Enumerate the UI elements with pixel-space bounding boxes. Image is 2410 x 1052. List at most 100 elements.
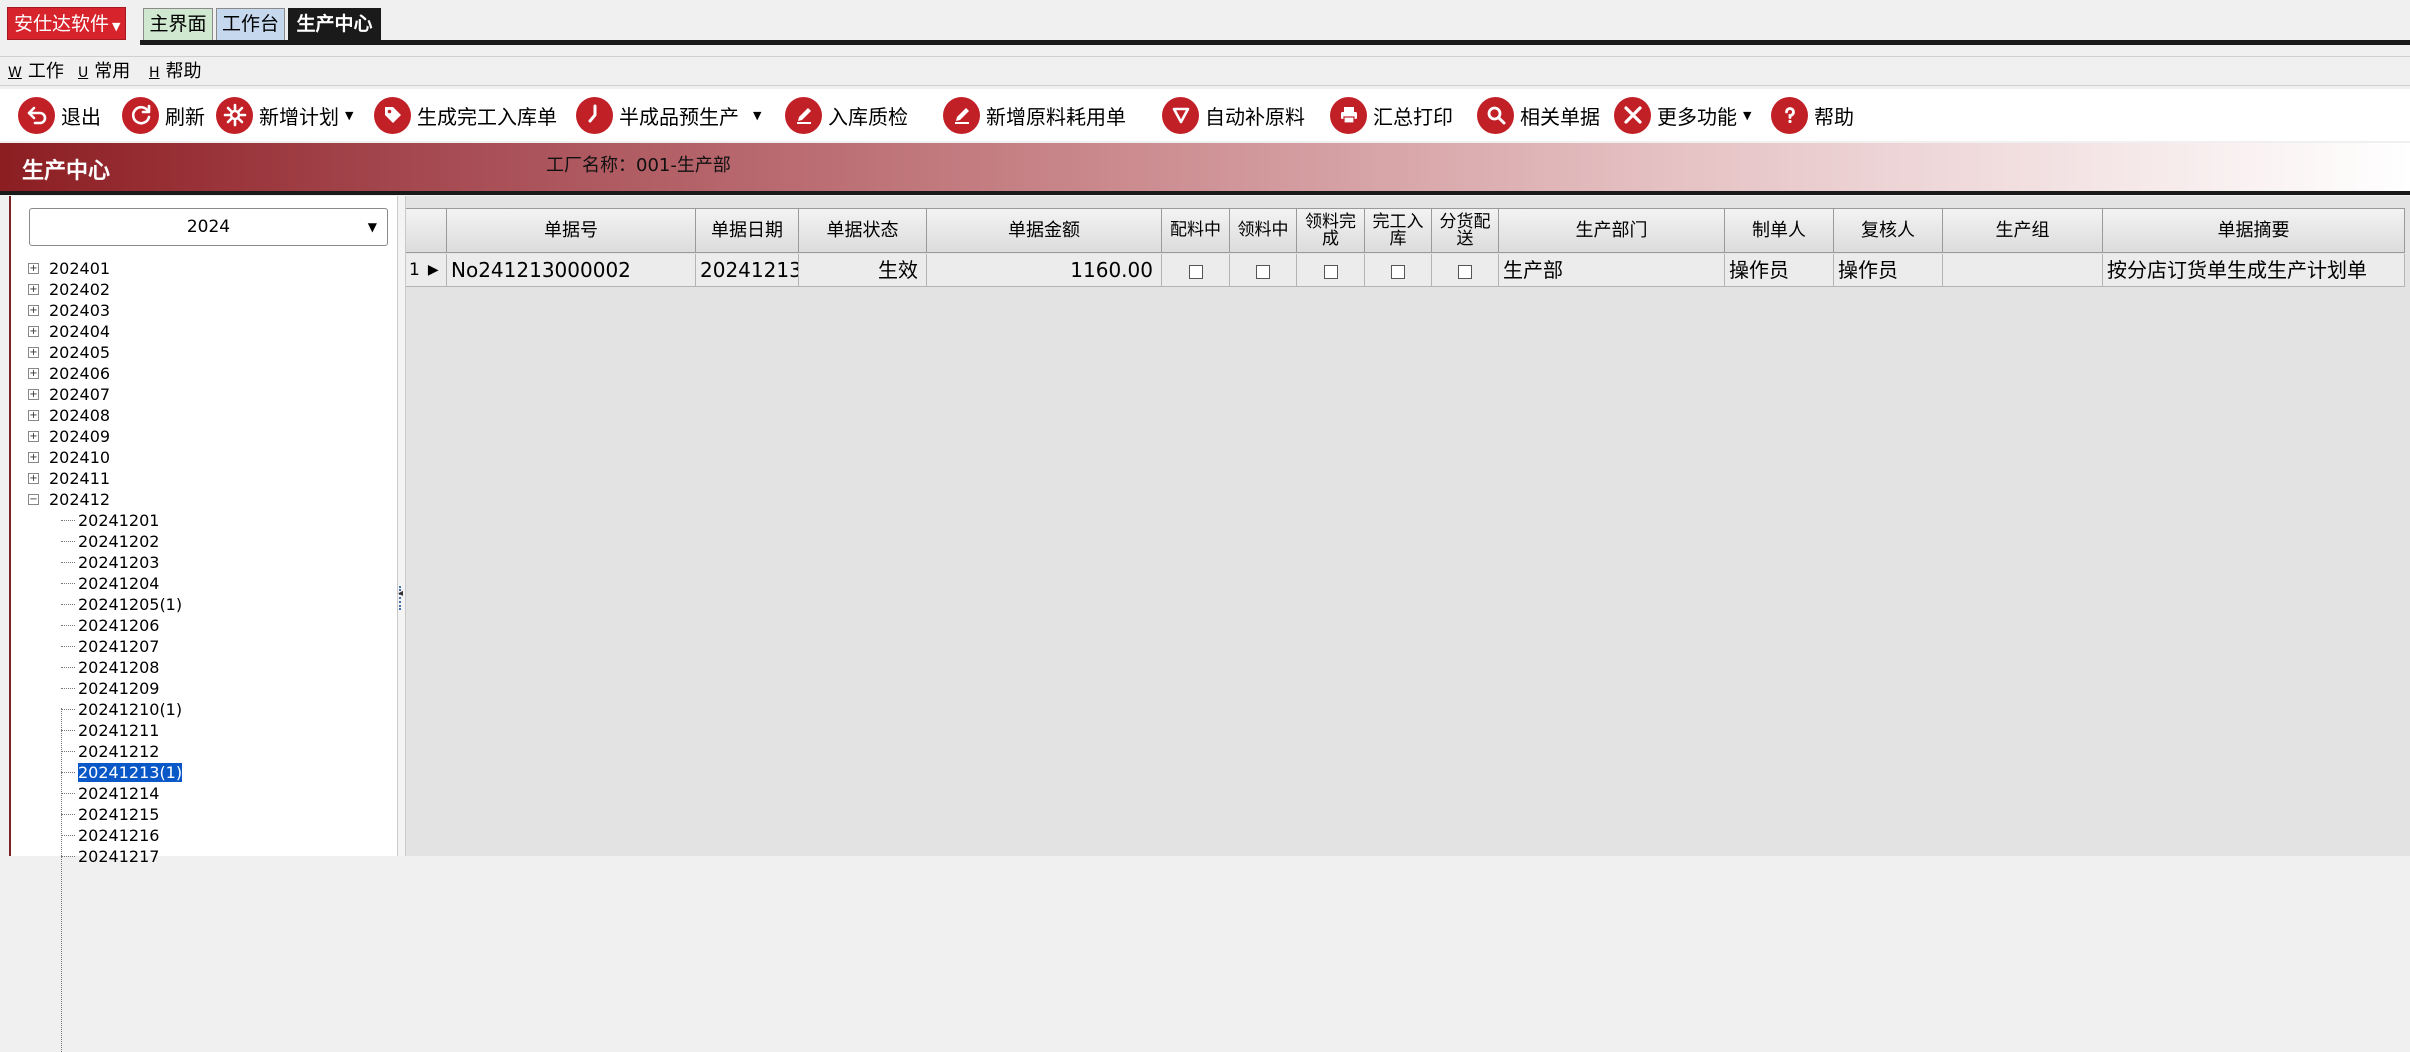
- tree-node-month[interactable]: +202402: [27, 279, 397, 300]
- auto-replenish-label: 自动补原料: [1205, 104, 1305, 129]
- col-header-doc-no[interactable]: 单据号: [447, 208, 696, 253]
- cell-doc-date[interactable]: 20241213: [696, 254, 799, 287]
- more-functions-button[interactable]: 更多功能 ▼: [1614, 95, 1751, 135]
- tree-node-day[interactable]: 20241216: [27, 825, 397, 846]
- tree-node-day[interactable]: 20241209: [27, 678, 397, 699]
- dispatch-checkbox[interactable]: [1458, 264, 1472, 279]
- row-header[interactable]: 1 ▶: [406, 254, 447, 287]
- tree-node-month[interactable]: +202409: [27, 426, 397, 447]
- tree-node-day[interactable]: 20241204: [27, 573, 397, 594]
- cell-creator[interactable]: 操作员: [1725, 254, 1834, 287]
- tree-node-day[interactable]: 20241207: [27, 636, 397, 657]
- col-header-summary[interactable]: 单据摘要: [2103, 208, 2405, 253]
- tree-node-day[interactable]: 20241214: [27, 783, 397, 804]
- related-documents-button[interactable]: 相关单据: [1477, 95, 1600, 135]
- tree-node-month[interactable]: +202410: [27, 447, 397, 468]
- tree-node-label: 20241204: [78, 574, 160, 593]
- col-header-picking[interactable]: 领料中: [1230, 208, 1297, 253]
- expand-icon[interactable]: +: [28, 431, 39, 442]
- table-row[interactable]: 1 ▶ No241213000002 20241213 生效 1160.00 生产…: [406, 254, 2405, 287]
- tree-node-month[interactable]: +202411: [27, 468, 397, 489]
- tree-node-month[interactable]: +202406: [27, 363, 397, 384]
- tree-node-day[interactable]: 20241210(1): [27, 699, 397, 720]
- tree-node-month-expanded[interactable]: −202412: [27, 489, 397, 510]
- col-header-dispatch[interactable]: 分货配送: [1432, 208, 1499, 253]
- chevron-left-icon[interactable]: ◂: [398, 588, 403, 599]
- menu-common[interactable]: U 常用: [78, 60, 130, 85]
- new-material-consumption-button[interactable]: 新增原料耗用单: [943, 95, 1126, 135]
- tab-main[interactable]: 主界面: [143, 8, 213, 41]
- col-header-creator[interactable]: 制单人: [1725, 208, 1834, 253]
- col-header-batching[interactable]: 配料中: [1162, 208, 1230, 253]
- semi-product-preproduction-button[interactable]: 半成品预生产 ▼: [576, 95, 761, 135]
- col-header-picking-done[interactable]: 领料完成: [1297, 208, 1365, 253]
- tree-node-month[interactable]: +202401: [27, 258, 397, 279]
- panel-splitter[interactable]: ◂: [397, 196, 406, 856]
- tab-workbench[interactable]: 工作台: [216, 8, 285, 41]
- cell-group[interactable]: [1943, 254, 2103, 287]
- cell-batching[interactable]: [1162, 254, 1230, 287]
- generate-completion-receipt-button[interactable]: 生成完工入库单: [374, 95, 557, 135]
- col-header-department[interactable]: 生产部门: [1499, 208, 1725, 253]
- col-header-reviewer[interactable]: 复核人: [1834, 208, 1943, 253]
- expand-icon[interactable]: +: [28, 326, 39, 337]
- tree-node-day[interactable]: 20241205(1): [27, 594, 397, 615]
- expand-icon[interactable]: +: [28, 263, 39, 274]
- tree-node-day[interactable]: 20241215: [27, 804, 397, 825]
- auto-replenish-button[interactable]: 自动补原料: [1162, 95, 1305, 135]
- cell-reviewer[interactable]: 操作员: [1834, 254, 1943, 287]
- tab-production-center[interactable]: 生产中心: [288, 8, 381, 41]
- cell-dispatch[interactable]: [1432, 254, 1499, 287]
- tree-node-day[interactable]: 20241212: [27, 741, 397, 762]
- cell-amount[interactable]: 1160.00: [927, 254, 1162, 287]
- tree-node-month[interactable]: +202405: [27, 342, 397, 363]
- col-header-doc-date[interactable]: 单据日期: [696, 208, 799, 253]
- menu-help[interactable]: H 帮助: [149, 60, 202, 85]
- tree-node-day[interactable]: 20241203: [27, 552, 397, 573]
- picking-done-checkbox[interactable]: [1323, 264, 1338, 279]
- menu-work[interactable]: W 工作: [8, 60, 64, 85]
- refresh-button[interactable]: 刷新: [122, 95, 205, 135]
- cell-status[interactable]: 生效: [799, 254, 927, 287]
- cell-completed-in[interactable]: [1365, 254, 1432, 287]
- tree-node-day[interactable]: 20241206: [27, 615, 397, 636]
- new-plan-button[interactable]: 新增计划 ▼: [216, 95, 353, 135]
- expand-icon[interactable]: +: [28, 452, 39, 463]
- inbound-qc-button[interactable]: 入库质检: [785, 95, 908, 135]
- expand-icon[interactable]: +: [28, 410, 39, 421]
- completed-in-checkbox[interactable]: [1391, 264, 1405, 279]
- col-header-amount[interactable]: 单据金额: [927, 208, 1162, 253]
- tree-node-day[interactable]: 20241217: [27, 846, 397, 867]
- expand-icon[interactable]: +: [28, 347, 39, 358]
- picking-checkbox[interactable]: [1256, 264, 1270, 279]
- col-header-status[interactable]: 单据状态: [799, 208, 927, 253]
- exit-button[interactable]: 退出: [18, 95, 101, 135]
- expand-icon[interactable]: +: [28, 305, 39, 316]
- cell-department[interactable]: 生产部: [1499, 254, 1725, 287]
- col-header-completed-in[interactable]: 完工入库: [1365, 208, 1432, 253]
- tree-node-month[interactable]: +202403: [27, 300, 397, 321]
- batching-checkbox[interactable]: [1188, 264, 1203, 279]
- brand-menu-button[interactable]: 安仕达软件 ▼: [7, 7, 126, 40]
- tree-node-day[interactable]: 20241211: [27, 720, 397, 741]
- summary-print-button[interactable]: 汇总打印: [1330, 95, 1453, 135]
- year-select[interactable]: 2024 ▼: [29, 208, 388, 246]
- tree-node-day[interactable]: 20241201: [27, 510, 397, 531]
- expand-icon[interactable]: +: [28, 368, 39, 379]
- tree-node-day[interactable]: 20241213(1): [27, 762, 397, 783]
- expand-icon[interactable]: +: [28, 284, 39, 295]
- cell-doc-no[interactable]: No241213000002: [447, 254, 696, 287]
- col-header-group[interactable]: 生产组: [1943, 208, 2103, 253]
- tree-node-month[interactable]: +202408: [27, 405, 397, 426]
- tree-node-day[interactable]: 20241208: [27, 657, 397, 678]
- tree-node-day[interactable]: 20241202: [27, 531, 397, 552]
- tree-node-month[interactable]: +202404: [27, 321, 397, 342]
- tree-node-month[interactable]: +202407: [27, 384, 397, 405]
- expand-icon[interactable]: +: [28, 473, 39, 484]
- cell-picking[interactable]: [1230, 254, 1297, 287]
- help-button[interactable]: 帮助: [1771, 95, 1854, 135]
- cell-picking-done[interactable]: [1297, 254, 1365, 287]
- collapse-icon[interactable]: −: [28, 494, 39, 505]
- cell-summary[interactable]: 按分店订货单生成生产计划单: [2103, 254, 2405, 287]
- expand-icon[interactable]: +: [28, 389, 39, 400]
